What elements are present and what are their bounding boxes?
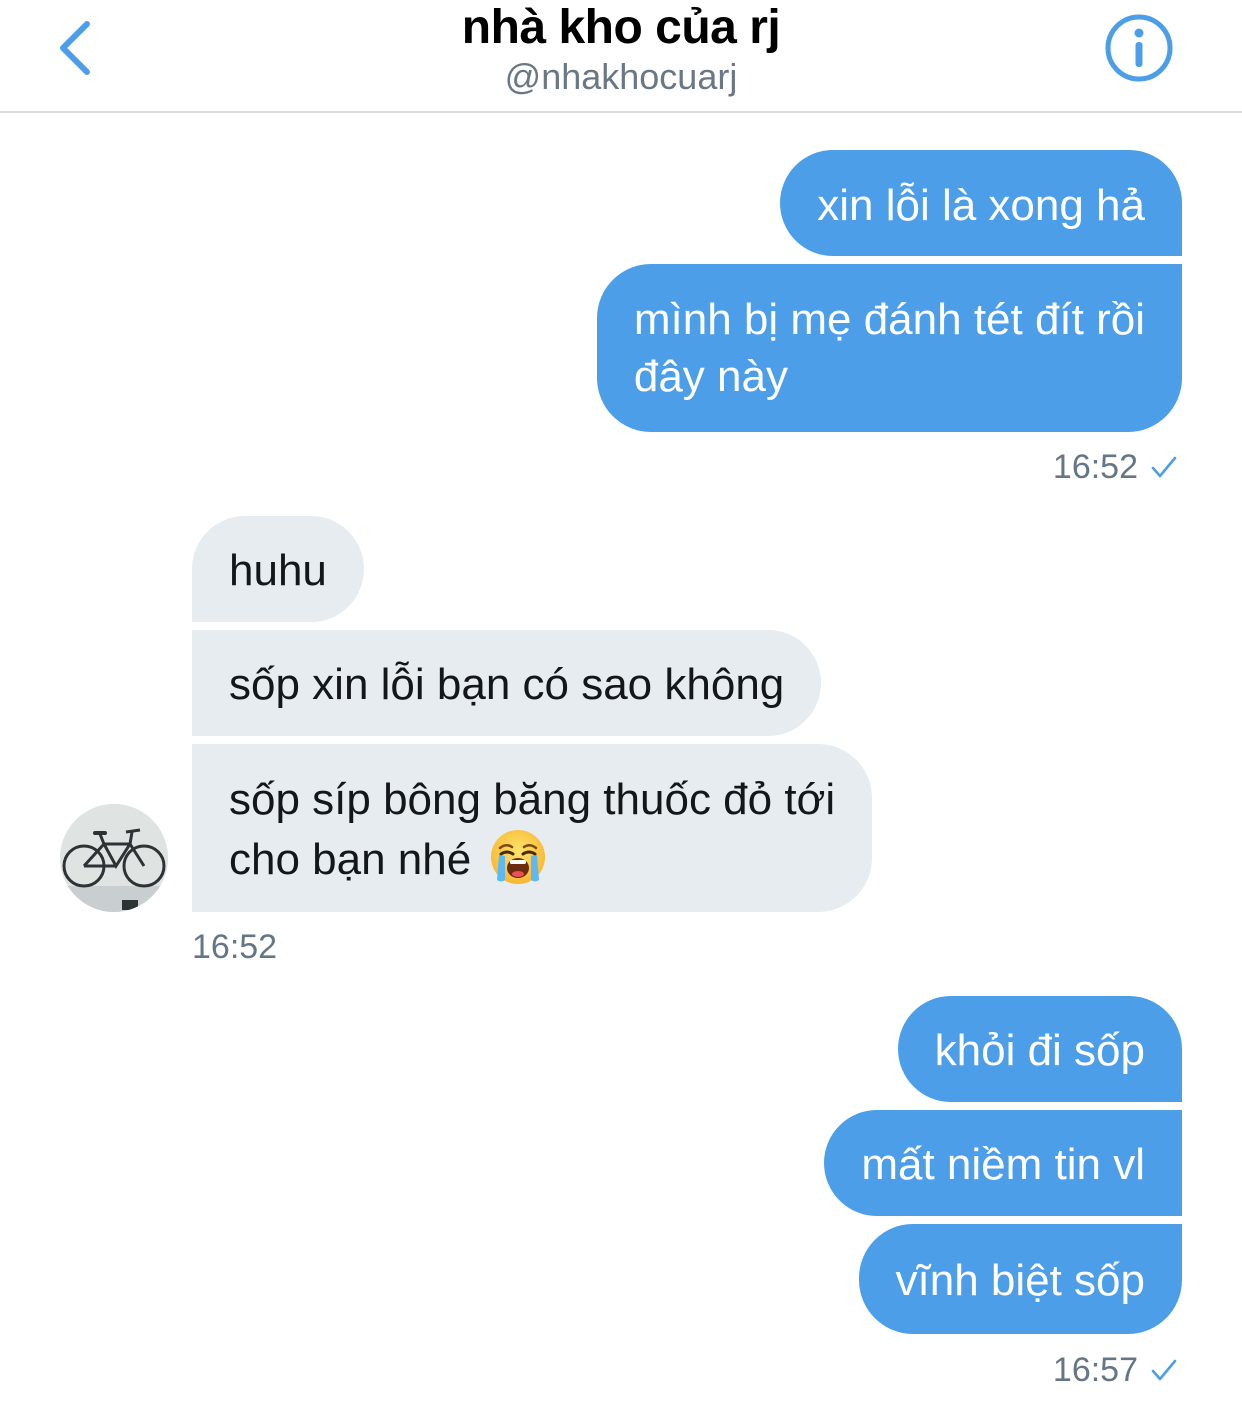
message-text: cho bạn nhé [229, 835, 472, 884]
incoming-message[interactable]: sốp xin lỗi bạn có sao không [192, 630, 822, 736]
timestamp-text: 16:57 [1052, 1351, 1138, 1389]
sent-check-icon [1151, 456, 1177, 478]
incoming-message[interactable]: huhu [192, 516, 364, 622]
outgoing-message[interactable]: xin lỗi là xong hả [780, 150, 1182, 256]
bicycle-avatar-image [60, 804, 168, 912]
message-text: mất niềm tin vl [861, 1140, 1145, 1189]
message-text: xin lỗi là xong hả [817, 181, 1145, 230]
message-timestamp: 16:52 [1053, 447, 1178, 487]
info-button[interactable] [1102, 11, 1176, 85]
loudly-crying-face-icon [491, 830, 546, 884]
message-text-line: cho bạn nhé [229, 828, 835, 888]
outgoing-message[interactable]: khỏi đi sốp [897, 996, 1182, 1102]
message-timestamp: 16:52 [192, 927, 277, 967]
message-text: vĩnh biệt sốp [895, 1256, 1146, 1305]
conversation-title: nhà kho của rj [461, 1, 781, 54]
message-text: sốp xin lỗi bạn có sao không [229, 660, 785, 709]
conversation-handle: @nhakhocuarj [504, 56, 738, 97]
sent-check-icon [1151, 1359, 1177, 1381]
message-timestamp: 16:57 [1053, 1350, 1178, 1390]
message-text: huhu [229, 546, 327, 595]
incoming-message[interactable]: sốp síp bông băng thuốc đỏ tới cho bạn n… [192, 744, 873, 912]
conversation-header: nhà kho của rj @nhakhocuarj [0, 0, 1242, 113]
message-text-line: mình bị mẹ đánh tét đít rồi [633, 295, 1145, 344]
info-icon [1105, 14, 1173, 82]
message-text-line: đây này [633, 352, 788, 401]
sender-avatar[interactable] [60, 804, 168, 912]
message-text: khỏi đi sốp [934, 1026, 1145, 1075]
message-text-line: sốp síp bông băng thuốc đỏ tới [229, 775, 836, 824]
timestamp-text: 16:52 [192, 928, 278, 966]
outgoing-message[interactable]: mình bị mẹ đánh tét đít rồi đây này [596, 264, 1182, 432]
outgoing-message[interactable]: mất niềm tin vl [824, 1110, 1182, 1216]
timestamp-text: 16:52 [1052, 448, 1138, 486]
outgoing-message[interactable]: vĩnh biệt sốp [858, 1224, 1182, 1334]
